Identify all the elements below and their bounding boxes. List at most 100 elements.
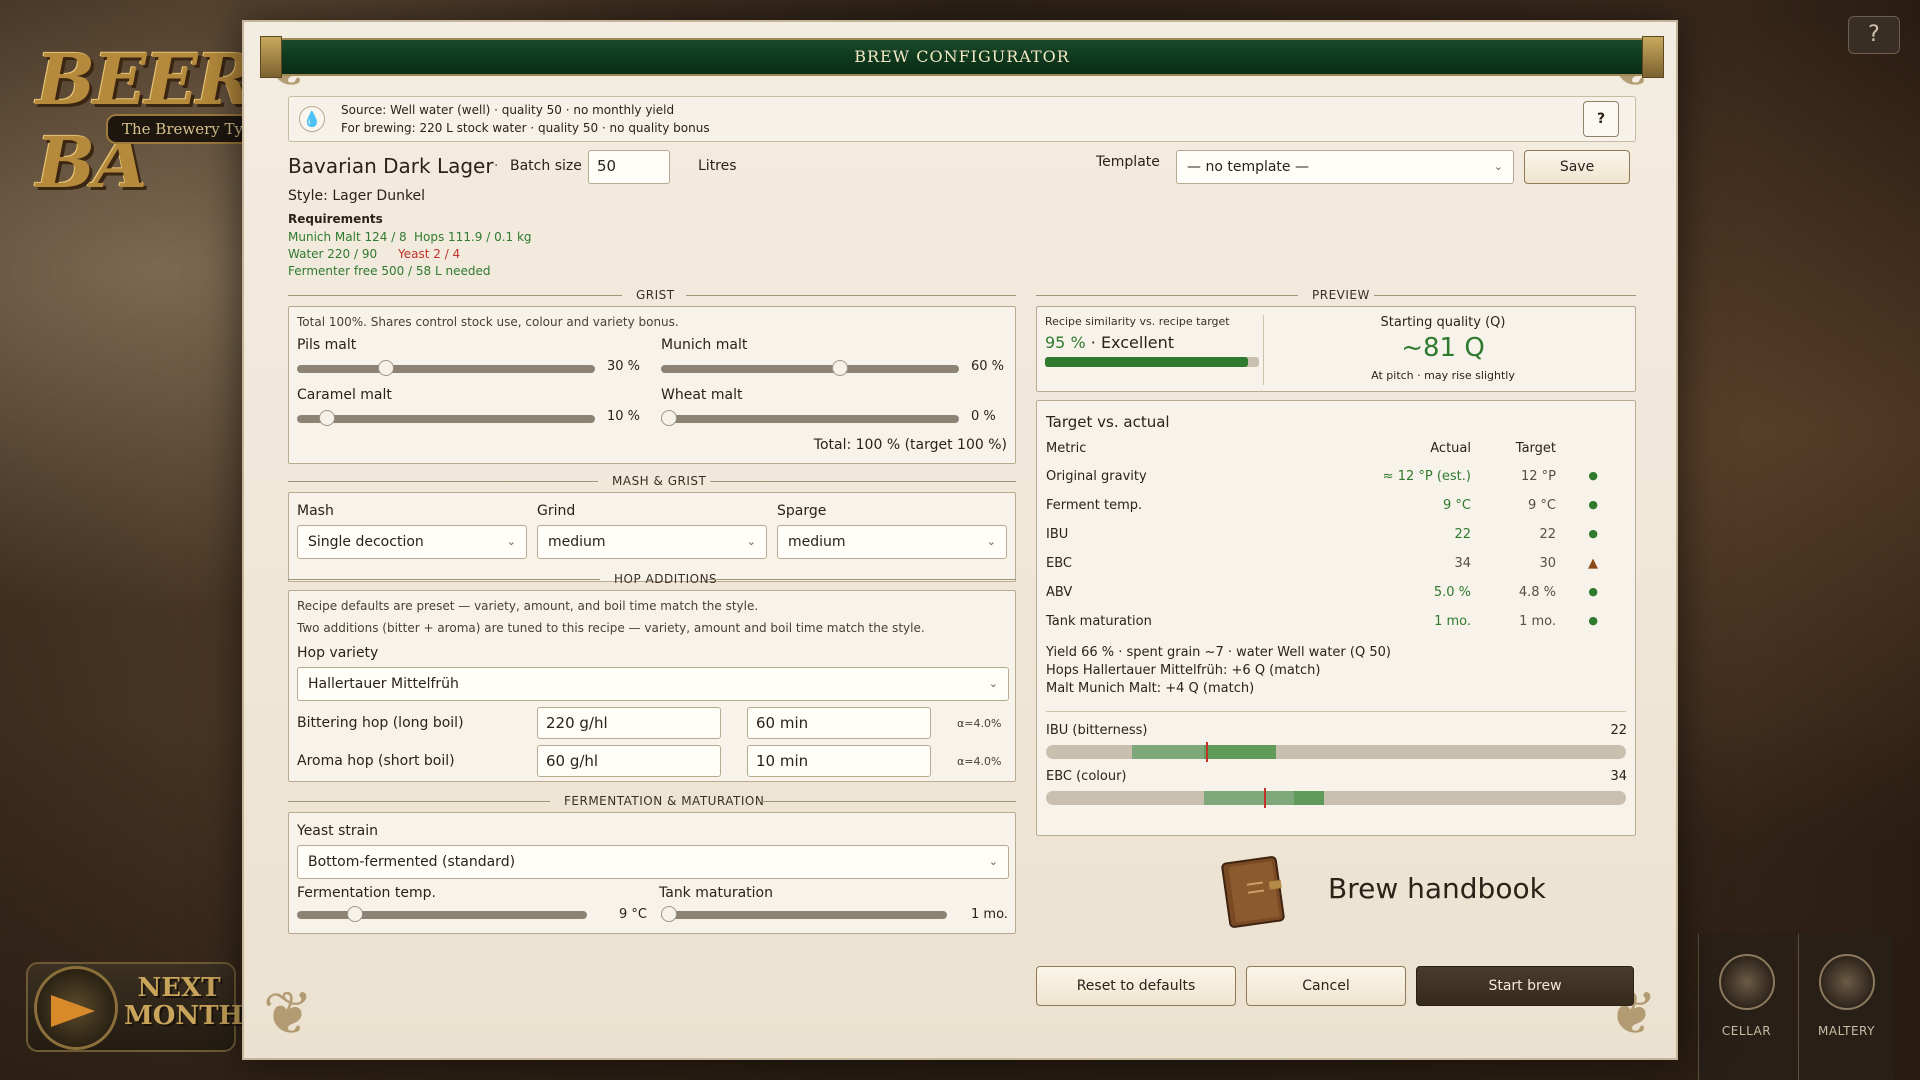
ebc-range-zone [1204, 791, 1294, 805]
fermentation-section-header: FERMENTATION & MATURATION [288, 794, 1016, 808]
fermentation-panel: Yeast strain Bottom-fermented (standard)… [288, 812, 1016, 934]
brew-configurator-dialog: ❦ ❦ ❦ ❦ BREW CONFIGURATOR 💧 Source: Well… [242, 20, 1678, 1060]
bittering-hop-time-input[interactable]: 60 min [747, 707, 931, 739]
hops-title: HOP ADDITIONS [614, 572, 718, 586]
tva-metric: Ferment temp. [1046, 498, 1143, 513]
batch-size-input[interactable]: 50 [588, 150, 670, 184]
template-label: Template [1096, 154, 1160, 170]
recipe-name: Bavarian Dark Lager [288, 154, 494, 178]
req-water: Water 220 / 90 [288, 247, 378, 261]
ebc-range-bar [1046, 791, 1626, 805]
next-month-label: NEXT MONTH [124, 973, 244, 1031]
slider-thumb[interactable] [318, 410, 335, 426]
hop-variety-value: Hallertauer Mittelfrüh [308, 676, 459, 692]
corner-ornament-icon: ❦ [262, 979, 314, 1049]
req-yeast: Yeast 2 / 4 [398, 247, 461, 261]
style-label: Style: Lager Dunkel [288, 188, 426, 204]
aroma-hop-amount-input[interactable]: 60 g/hl [537, 745, 721, 777]
template-select[interactable]: — no template — ⌄ [1176, 150, 1514, 184]
grind-select[interactable]: medium ⌄ [537, 525, 767, 559]
hops-bonus-line: Hops Hallertauer Mittelfrüh: +6 Q (match… [1046, 663, 1321, 678]
similarity-percent: 95 % [1045, 333, 1086, 352]
global-help-button[interactable]: ? [1848, 16, 1900, 54]
hops-note-2: Two additions (bitter + aroma) are tuned… [297, 621, 925, 635]
mash-select[interactable]: Single decoction ⌄ [297, 525, 527, 559]
target-vs-actual-panel: Target vs. actual Metric Actual Target O… [1036, 400, 1636, 836]
preview-section-header: PREVIEW [1036, 288, 1636, 302]
tva-row: Ferment temp. 9 °C 9 °C ● [1046, 498, 1616, 520]
target-vs-actual-title: Target vs. actual [1046, 413, 1170, 431]
next-month-button[interactable]: NEXT MONTH [26, 962, 244, 1052]
aroma-hop-label: Aroma hop (short boil) [297, 753, 455, 769]
sparge-select[interactable]: medium ⌄ [777, 525, 1007, 559]
tva-metric: EBC [1046, 556, 1072, 571]
fermentation-temp-value: 9 °C [619, 907, 647, 922]
wheat-malt-slider[interactable] [661, 410, 959, 426]
source-line-1: Source: Well water (well) · quality 50 ·… [341, 103, 675, 117]
status-dot-icon: ● [1588, 614, 1598, 627]
similarity-rating: Excellent [1100, 333, 1175, 352]
cancel-button[interactable]: Cancel [1246, 966, 1406, 1006]
tva-target: 4.8 % [1518, 585, 1556, 600]
brew-handbook-link[interactable]: Brew handbook [1218, 854, 1546, 932]
mash-select-value: Single decoction [308, 534, 424, 550]
caramel-malt-value: 10 % [607, 409, 641, 424]
slider-thumb[interactable] [661, 906, 677, 922]
yeast-strain-select[interactable]: Bottom-fermented (standard) ⌄ [297, 845, 1009, 879]
chevron-down-icon: ⌄ [988, 855, 998, 868]
reset-defaults-button[interactable]: Reset to defaults [1036, 966, 1236, 1006]
tva-target: 1 mo. [1519, 614, 1556, 629]
slider-thumb[interactable] [831, 360, 848, 376]
tank-maturation-slider[interactable] [661, 906, 947, 922]
tva-divider [1046, 711, 1626, 712]
ebc-range-value: 34 [1610, 769, 1627, 784]
tva-metric: ABV [1046, 585, 1073, 600]
slider-thumb[interactable] [378, 360, 395, 376]
tva-header-actual: Actual [1430, 441, 1471, 456]
sparge-label: Sparge [777, 503, 827, 519]
similarity-bar-fill [1045, 357, 1249, 367]
yield-line: Yield 66 % · spent grain ~7 · water Well… [1046, 645, 1391, 660]
save-template-button[interactable]: Save [1524, 150, 1630, 184]
munich-malt-slider[interactable] [661, 360, 959, 376]
nav-tile-label: MALTERY [1818, 1024, 1875, 1038]
nav-tile-maltery[interactable]: MALTERY [1798, 934, 1894, 1080]
start-brew-button[interactable]: Start brew [1416, 966, 1634, 1006]
ibu-marker [1205, 742, 1208, 762]
game-logo: BEER BA The Brewery Tyc [36, 38, 286, 204]
chevron-down-icon: ⌄ [1493, 160, 1503, 173]
caramel-malt-slider[interactable] [297, 410, 595, 426]
hop-variety-select[interactable]: Hallertauer Mittelfrüh ⌄ [297, 667, 1009, 701]
req-hops: Hops 111.9 / 0.1 kg [414, 230, 532, 244]
similarity-separator: · [1090, 333, 1096, 352]
water-source-info: 💧 Source: Well water (well) · quality 50… [288, 96, 1636, 142]
tva-target: 12 °P [1520, 469, 1556, 484]
bittering-hop-alpha: α=4.0% [957, 717, 1002, 730]
slider-thumb[interactable] [661, 410, 677, 426]
munich-malt-label: Munich malt [661, 337, 748, 353]
brew-handbook-label: Brew handbook [1328, 872, 1546, 905]
preview-title: PREVIEW [1312, 288, 1370, 302]
cellar-icon [1719, 954, 1775, 1010]
nav-tile-cellar[interactable]: CELLAR [1698, 934, 1794, 1080]
fermentation-temp-slider[interactable] [297, 906, 587, 922]
starting-quality-value: ~81 Q [1401, 333, 1485, 363]
hops-note-1: Recipe defaults are preset — variety, am… [297, 599, 759, 613]
grist-section-header: GRIST [288, 288, 1016, 302]
tva-row: Tank maturation 1 mo. 1 mo. ● [1046, 614, 1616, 636]
similarity-bar [1045, 357, 1259, 367]
tva-row: EBC 34 30 ▲ [1046, 556, 1616, 578]
pils-malt-value: 30 % [607, 359, 641, 374]
aroma-hop-time-input[interactable]: 10 min [747, 745, 931, 777]
status-dot-icon: ● [1588, 527, 1598, 540]
source-help-button[interactable]: ? [1583, 101, 1619, 137]
wheat-malt-value: 0 % [971, 409, 996, 424]
aroma-hop-alpha: α=4.0% [957, 755, 1002, 768]
tva-actual: 22 [1454, 527, 1471, 542]
ibu-range-zone [1132, 745, 1204, 759]
pils-malt-slider[interactable] [297, 360, 595, 376]
slider-thumb[interactable] [347, 906, 363, 922]
bittering-hop-amount-input[interactable]: 220 g/hl [537, 707, 721, 739]
batch-size-label: Batch size [510, 158, 582, 174]
status-dot-icon: ● [1588, 469, 1598, 482]
